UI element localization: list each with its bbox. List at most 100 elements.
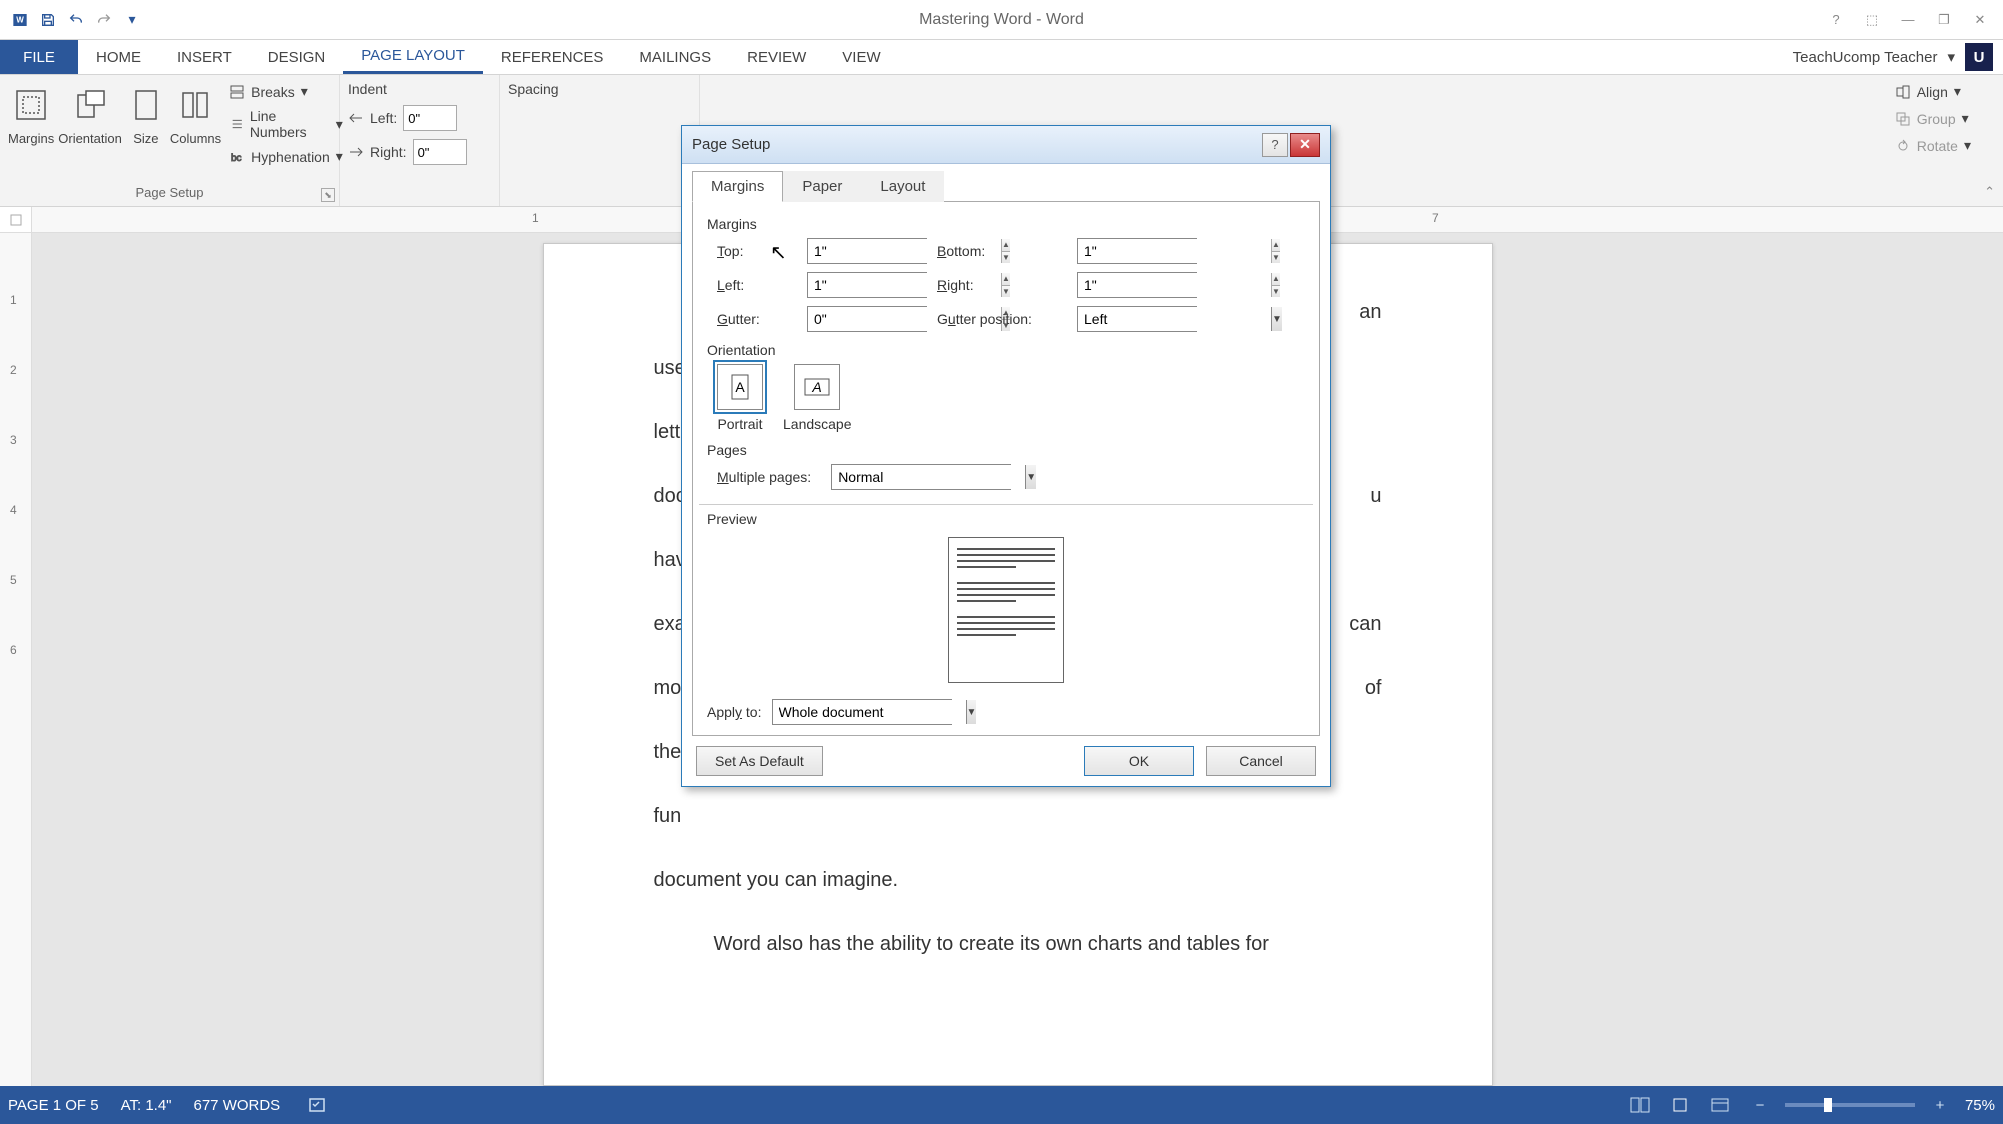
ribbon-options-icon[interactable]: ⬚ (1857, 8, 1887, 32)
chevron-down-icon[interactable]: ▼ (1025, 465, 1036, 489)
tab-review[interactable]: REVIEW (729, 40, 824, 74)
tab-home[interactable]: HOME (78, 40, 159, 74)
label-right: Right: (937, 277, 1077, 293)
section-pages: Pages (707, 442, 1305, 458)
vertical-ruler[interactable]: 1 2 3 4 5 6 (0, 233, 32, 1086)
portrait-icon: A (717, 364, 763, 410)
user-badge: U (1965, 43, 1993, 71)
titlebar: W ▾ Mastering Word - Word ? ⬚ — ❐ ✕ (0, 0, 2003, 40)
landscape-icon: A (794, 364, 840, 410)
word-icon[interactable]: W (8, 8, 32, 32)
orientation-icon (70, 83, 110, 127)
margins-button[interactable]: Margins (8, 79, 54, 146)
preview-page-icon (948, 537, 1064, 683)
tab-file[interactable]: FILE (0, 40, 78, 74)
combo-apply-to[interactable]: ▼ (772, 699, 952, 725)
svg-text:bc: bc (231, 153, 242, 164)
group-spacing: Spacing (500, 75, 700, 206)
dialog-title: Page Setup (692, 136, 770, 153)
window-title: Mastering Word - Word (919, 11, 1084, 29)
redo-icon[interactable] (92, 8, 116, 32)
group-page-setup: Margins Orientation Size Columns Breaks … (0, 75, 340, 206)
input-bottom[interactable]: ▲▼ (1077, 238, 1197, 264)
preview-box (707, 537, 1305, 683)
indent-right-row: Right: (348, 137, 467, 167)
input-gutter[interactable]: ▲▼ (807, 306, 927, 332)
orientation-portrait[interactable]: A Portrait (717, 364, 763, 432)
ok-button[interactable]: OK (1084, 746, 1194, 776)
page-setup-dialog: Page Setup ? ✕ Margins Paper Layout Marg… (681, 125, 1331, 787)
undo-icon[interactable] (64, 8, 88, 32)
cancel-button[interactable]: Cancel (1206, 746, 1316, 776)
tab-design[interactable]: DESIGN (250, 40, 344, 74)
svg-text:A: A (812, 379, 822, 395)
line-numbers-button[interactable]: Line Numbers ▾ (225, 106, 347, 142)
input-top[interactable]: ▲▼ (807, 238, 927, 264)
status-words[interactable]: 677 WORDS (194, 1097, 281, 1114)
zoom-in-icon[interactable]: + (1925, 1093, 1955, 1117)
indent-right-input[interactable] (413, 139, 467, 165)
indent-heading: Indent (348, 79, 387, 99)
indent-left-input[interactable] (403, 105, 457, 131)
dialog-tab-paper[interactable]: Paper (783, 171, 861, 202)
page-setup-launcher[interactable]: ⬊ (321, 188, 335, 202)
orientation-landscape[interactable]: A Landscape (783, 364, 852, 432)
customize-qat-icon[interactable]: ▾ (120, 8, 144, 32)
section-orientation: Orientation (707, 342, 1305, 358)
dialog-help-button[interactable]: ? (1262, 133, 1288, 157)
tab-mailings[interactable]: MAILINGS (621, 40, 729, 74)
user-name: TeachUcomp Teacher (1793, 49, 1938, 66)
dialog-close-button[interactable]: ✕ (1290, 133, 1320, 157)
section-preview: Preview (707, 511, 1305, 527)
tab-references[interactable]: REFERENCES (483, 40, 622, 74)
dialog-titlebar[interactable]: Page Setup ? ✕ (682, 126, 1330, 164)
zoom-slider[interactable] (1785, 1103, 1915, 1107)
breaks-button[interactable]: Breaks ▾ (225, 81, 347, 102)
align-button[interactable]: Align ▾ (1891, 81, 1975, 102)
status-page[interactable]: PAGE 1 OF 5 (8, 1097, 99, 1114)
label-gutter: Gutter: (717, 311, 807, 327)
combo-gutter-position[interactable]: ▼ (1077, 306, 1197, 332)
dialog-tab-layout[interactable]: Layout (861, 171, 944, 202)
tab-page-layout[interactable]: PAGE LAYOUT (343, 40, 483, 74)
size-button[interactable]: Size (126, 79, 166, 146)
hyphenation-button[interactable]: bcHyphenation ▾ (225, 146, 347, 167)
set-default-button[interactable]: Set As Default (696, 746, 823, 776)
margins-icon (11, 83, 51, 127)
user-area[interactable]: TeachUcomp Teacher ▾ U (1793, 40, 2003, 74)
group-label-page-setup: Page Setup (8, 185, 331, 202)
columns-button[interactable]: Columns (170, 79, 221, 146)
spelling-icon[interactable] (302, 1093, 332, 1117)
combo-multiple-pages[interactable]: ▼ (831, 464, 1011, 490)
rotate-button[interactable]: Rotate ▾ (1891, 135, 1975, 156)
tab-view[interactable]: VIEW (824, 40, 898, 74)
label-gutter-position: Gutter position: (937, 311, 1077, 327)
minimize-icon[interactable]: — (1893, 8, 1923, 32)
orientation-button[interactable]: Orientation (58, 79, 122, 146)
ruler-corner[interactable] (0, 207, 32, 233)
spacing-heading: Spacing (508, 79, 559, 99)
save-icon[interactable] (36, 8, 60, 32)
input-left[interactable]: ▲▼ (807, 272, 927, 298)
collapse-ribbon-icon[interactable]: ⌃ (1984, 184, 1995, 200)
chevron-down-icon[interactable]: ▼ (1271, 307, 1282, 331)
print-layout-icon[interactable] (1665, 1093, 1695, 1117)
ribbon-tabs: FILE HOME INSERT DESIGN PAGE LAYOUT REFE… (0, 40, 2003, 75)
label-left: Left: (717, 277, 807, 293)
zoom-level[interactable]: 75% (1965, 1097, 1995, 1114)
group-button[interactable]: Group ▾ (1891, 108, 1975, 129)
zoom-out-icon[interactable]: − (1745, 1093, 1775, 1117)
chevron-down-icon[interactable]: ▼ (966, 700, 977, 724)
dialog-tab-margins[interactable]: Margins (692, 171, 783, 202)
label-bottom: Bottom: (937, 243, 1077, 259)
dialog-tabs: Margins Paper Layout (692, 170, 1320, 202)
restore-icon[interactable]: ❐ (1929, 8, 1959, 32)
quick-access-toolbar: W ▾ (0, 8, 152, 32)
help-icon[interactable]: ? (1821, 8, 1851, 32)
close-window-icon[interactable]: ✕ (1965, 8, 1995, 32)
web-layout-icon[interactable] (1705, 1093, 1735, 1117)
read-mode-icon[interactable] (1625, 1093, 1655, 1117)
input-right[interactable]: ▲▼ (1077, 272, 1197, 298)
tab-insert[interactable]: INSERT (159, 40, 250, 74)
svg-text:W: W (16, 15, 24, 24)
